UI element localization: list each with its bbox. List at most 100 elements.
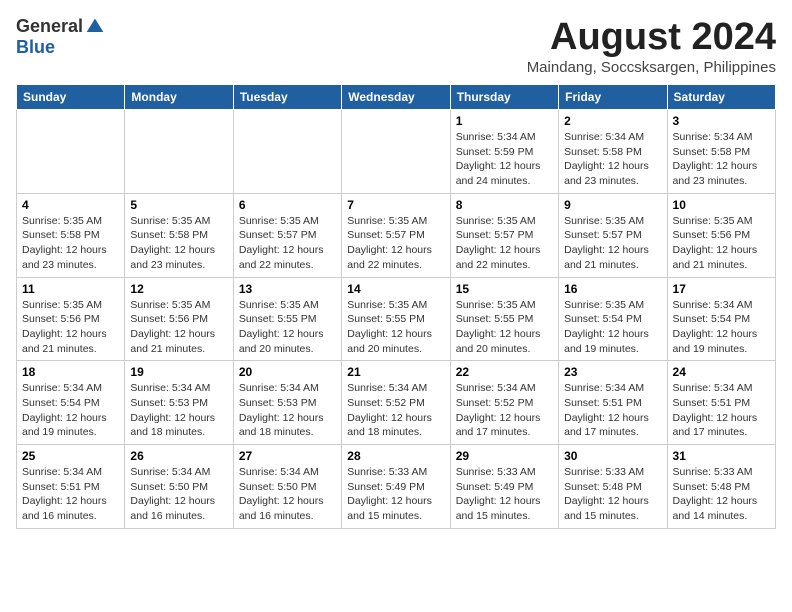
day-info: Sunrise: 5:34 AM Sunset: 5:53 PM Dayligh… bbox=[239, 381, 336, 440]
calendar-day-cell: 12 Sunrise: 5:35 AM Sunset: 5:56 PM Dayli… bbox=[125, 277, 233, 361]
day-number: 5 bbox=[130, 198, 227, 212]
calendar-day-cell: 20 Sunrise: 5:34 AM Sunset: 5:53 PM Dayli… bbox=[233, 361, 341, 445]
calendar-day-cell: 31 Sunrise: 5:33 AM Sunset: 5:48 PM Dayli… bbox=[667, 445, 775, 529]
day-info: Sunrise: 5:33 AM Sunset: 5:48 PM Dayligh… bbox=[673, 465, 770, 524]
calendar-day-header: Sunday bbox=[17, 85, 125, 110]
day-info: Sunrise: 5:34 AM Sunset: 5:54 PM Dayligh… bbox=[22, 381, 119, 440]
calendar-day-cell: 25 Sunrise: 5:34 AM Sunset: 5:51 PM Dayli… bbox=[17, 445, 125, 529]
calendar-header-row: SundayMondayTuesdayWednesdayThursdayFrid… bbox=[17, 85, 776, 110]
logo-icon bbox=[85, 17, 105, 37]
title-block: August 2024 Maindang, Soccsksargen, Phil… bbox=[527, 16, 776, 76]
day-number: 26 bbox=[130, 449, 227, 463]
calendar-week-row: 25 Sunrise: 5:34 AM Sunset: 5:51 PM Dayli… bbox=[17, 445, 776, 529]
calendar-week-row: 11 Sunrise: 5:35 AM Sunset: 5:56 PM Dayli… bbox=[17, 277, 776, 361]
calendar-day-cell: 5 Sunrise: 5:35 AM Sunset: 5:58 PM Daylig… bbox=[125, 193, 233, 277]
day-number: 20 bbox=[239, 365, 336, 379]
calendar-day-cell: 19 Sunrise: 5:34 AM Sunset: 5:53 PM Dayli… bbox=[125, 361, 233, 445]
day-info: Sunrise: 5:34 AM Sunset: 5:54 PM Dayligh… bbox=[673, 298, 770, 357]
day-info: Sunrise: 5:33 AM Sunset: 5:49 PM Dayligh… bbox=[347, 465, 444, 524]
calendar-week-row: 1 Sunrise: 5:34 AM Sunset: 5:59 PM Daylig… bbox=[17, 110, 776, 194]
day-info: Sunrise: 5:33 AM Sunset: 5:49 PM Dayligh… bbox=[456, 465, 553, 524]
day-number: 17 bbox=[673, 282, 770, 296]
day-info: Sunrise: 5:34 AM Sunset: 5:50 PM Dayligh… bbox=[130, 465, 227, 524]
day-number: 25 bbox=[22, 449, 119, 463]
calendar-day-cell: 27 Sunrise: 5:34 AM Sunset: 5:50 PM Dayli… bbox=[233, 445, 341, 529]
day-number: 28 bbox=[347, 449, 444, 463]
calendar-day-cell bbox=[17, 110, 125, 194]
day-number: 15 bbox=[456, 282, 553, 296]
day-number: 21 bbox=[347, 365, 444, 379]
day-number: 1 bbox=[456, 114, 553, 128]
day-info: Sunrise: 5:34 AM Sunset: 5:51 PM Dayligh… bbox=[22, 465, 119, 524]
day-number: 30 bbox=[564, 449, 661, 463]
day-info: Sunrise: 5:35 AM Sunset: 5:54 PM Dayligh… bbox=[564, 298, 661, 357]
calendar-day-cell: 23Sunrise: 5:34 AM Sunset: 5:51 PM Dayli… bbox=[559, 361, 667, 445]
logo: General Blue bbox=[16, 16, 105, 58]
calendar-day-cell: 21 Sunrise: 5:34 AM Sunset: 5:52 PM Dayli… bbox=[342, 361, 450, 445]
calendar-day-cell: 8Sunrise: 5:35 AM Sunset: 5:57 PM Daylig… bbox=[450, 193, 558, 277]
day-info: Sunrise: 5:34 AM Sunset: 5:52 PM Dayligh… bbox=[347, 381, 444, 440]
calendar-day-cell: 11Sunrise: 5:35 AM Sunset: 5:56 PM Dayli… bbox=[17, 277, 125, 361]
day-number: 18 bbox=[22, 365, 119, 379]
calendar-day-cell bbox=[125, 110, 233, 194]
calendar-day-cell: 22Sunrise: 5:34 AM Sunset: 5:52 PM Dayli… bbox=[450, 361, 558, 445]
calendar-day-cell: 4 Sunrise: 5:35 AM Sunset: 5:58 PM Daylig… bbox=[17, 193, 125, 277]
calendar-day-cell: 7 Sunrise: 5:35 AM Sunset: 5:57 PM Daylig… bbox=[342, 193, 450, 277]
calendar-day-cell: 13 Sunrise: 5:35 AM Sunset: 5:55 PM Dayli… bbox=[233, 277, 341, 361]
calendar-day-header: Thursday bbox=[450, 85, 558, 110]
day-number: 31 bbox=[673, 449, 770, 463]
calendar-day-cell: 14Sunrise: 5:35 AM Sunset: 5:55 PM Dayli… bbox=[342, 277, 450, 361]
calendar-day-header: Tuesday bbox=[233, 85, 341, 110]
calendar-table: SundayMondayTuesdayWednesdayThursdayFrid… bbox=[16, 84, 776, 529]
day-number: 23 bbox=[564, 365, 661, 379]
day-number: 3 bbox=[673, 114, 770, 128]
day-info: Sunrise: 5:35 AM Sunset: 5:57 PM Dayligh… bbox=[239, 214, 336, 273]
logo-general-text: General bbox=[16, 16, 83, 37]
day-info: Sunrise: 5:35 AM Sunset: 5:56 PM Dayligh… bbox=[130, 298, 227, 357]
calendar-day-header: Monday bbox=[125, 85, 233, 110]
day-info: Sunrise: 5:35 AM Sunset: 5:58 PM Dayligh… bbox=[130, 214, 227, 273]
day-info: Sunrise: 5:34 AM Sunset: 5:50 PM Dayligh… bbox=[239, 465, 336, 524]
calendar-day-cell bbox=[233, 110, 341, 194]
calendar-day-cell: 26 Sunrise: 5:34 AM Sunset: 5:50 PM Dayli… bbox=[125, 445, 233, 529]
day-number: 9 bbox=[564, 198, 661, 212]
month-year-title: August 2024 bbox=[527, 16, 776, 59]
calendar-day-cell: 18 Sunrise: 5:34 AM Sunset: 5:54 PM Dayli… bbox=[17, 361, 125, 445]
day-number: 29 bbox=[456, 449, 553, 463]
calendar-day-cell bbox=[342, 110, 450, 194]
calendar-day-cell: 30Sunrise: 5:33 AM Sunset: 5:48 PM Dayli… bbox=[559, 445, 667, 529]
day-info: Sunrise: 5:34 AM Sunset: 5:58 PM Dayligh… bbox=[673, 130, 770, 189]
day-number: 16 bbox=[564, 282, 661, 296]
calendar-day-header: Wednesday bbox=[342, 85, 450, 110]
calendar-day-header: Saturday bbox=[667, 85, 775, 110]
day-number: 2 bbox=[564, 114, 661, 128]
day-info: Sunrise: 5:35 AM Sunset: 5:58 PM Dayligh… bbox=[22, 214, 119, 273]
day-info: Sunrise: 5:34 AM Sunset: 5:53 PM Dayligh… bbox=[130, 381, 227, 440]
calendar-day-cell: 24 Sunrise: 5:34 AM Sunset: 5:51 PM Dayli… bbox=[667, 361, 775, 445]
day-number: 19 bbox=[130, 365, 227, 379]
day-number: 14 bbox=[347, 282, 444, 296]
day-number: 7 bbox=[347, 198, 444, 212]
day-info: Sunrise: 5:35 AM Sunset: 5:57 PM Dayligh… bbox=[347, 214, 444, 273]
day-info: Sunrise: 5:35 AM Sunset: 5:55 PM Dayligh… bbox=[239, 298, 336, 357]
day-number: 11 bbox=[22, 282, 119, 296]
calendar-day-header: Friday bbox=[559, 85, 667, 110]
calendar-week-row: 18 Sunrise: 5:34 AM Sunset: 5:54 PM Dayli… bbox=[17, 361, 776, 445]
day-info: Sunrise: 5:34 AM Sunset: 5:59 PM Dayligh… bbox=[456, 130, 553, 189]
calendar-day-cell: 9Sunrise: 5:35 AM Sunset: 5:57 PM Daylig… bbox=[559, 193, 667, 277]
day-number: 6 bbox=[239, 198, 336, 212]
day-number: 10 bbox=[673, 198, 770, 212]
day-number: 4 bbox=[22, 198, 119, 212]
page-header: General Blue August 2024 Maindang, Soccs… bbox=[16, 16, 776, 76]
day-number: 12 bbox=[130, 282, 227, 296]
calendar-day-cell: 2Sunrise: 5:34 AM Sunset: 5:58 PM Daylig… bbox=[559, 110, 667, 194]
day-info: Sunrise: 5:34 AM Sunset: 5:51 PM Dayligh… bbox=[673, 381, 770, 440]
calendar-day-cell: 28 Sunrise: 5:33 AM Sunset: 5:49 PM Dayli… bbox=[342, 445, 450, 529]
day-number: 8 bbox=[456, 198, 553, 212]
day-number: 24 bbox=[673, 365, 770, 379]
day-number: 13 bbox=[239, 282, 336, 296]
calendar-week-row: 4 Sunrise: 5:35 AM Sunset: 5:58 PM Daylig… bbox=[17, 193, 776, 277]
day-number: 27 bbox=[239, 449, 336, 463]
calendar-day-cell: 16 Sunrise: 5:35 AM Sunset: 5:54 PM Dayli… bbox=[559, 277, 667, 361]
calendar-day-cell: 10Sunrise: 5:35 AM Sunset: 5:56 PM Dayli… bbox=[667, 193, 775, 277]
